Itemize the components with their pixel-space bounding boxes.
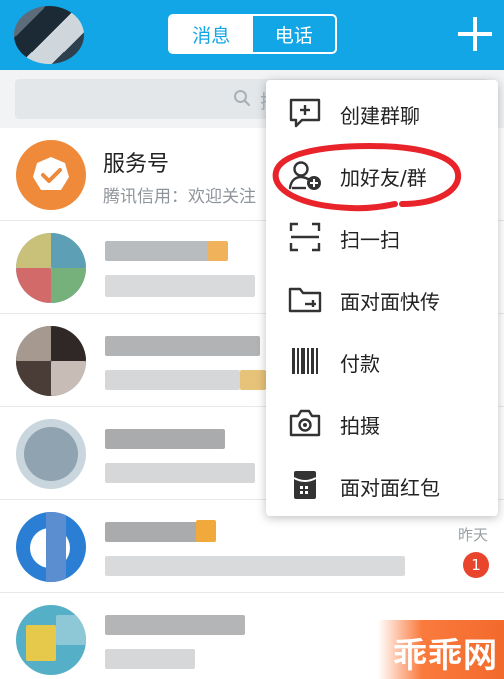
avatar <box>16 512 86 582</box>
red-annotation-circle <box>272 142 462 212</box>
timestamp: 昨天 <box>457 526 488 544</box>
menu-label: 面对面红包 <box>340 476 440 500</box>
avatar <box>16 419 86 489</box>
message-call-switcher: 消息 电话 <box>168 14 337 54</box>
service-account-avatar <box>16 140 86 210</box>
badge-check-icon <box>33 157 69 190</box>
watermark-logo: 乖乖网 <box>378 620 504 679</box>
scan-icon <box>289 222 321 252</box>
menu-label: 创建群聊 <box>340 104 420 128</box>
barcode-icon <box>292 348 318 374</box>
plus-icon[interactable] <box>458 17 492 51</box>
avatar <box>16 605 86 675</box>
avatar <box>16 326 86 396</box>
create-group-chat-icon <box>289 98 321 128</box>
camera-icon <box>289 409 321 437</box>
service-account-preview: 腾讯信用：欢迎关注 <box>103 187 256 207</box>
unread-badge: 1 <box>463 552 489 578</box>
menu-item-scan[interactable]: 扫一扫 <box>266 206 498 268</box>
menu-label: 面对面快传 <box>340 290 440 314</box>
user-avatar[interactable] <box>14 6 84 64</box>
tab-messages[interactable]: 消息 <box>170 16 253 52</box>
menu-item-capture[interactable]: 拍摄 <box>266 392 498 454</box>
service-account-title: 服务号 <box>103 152 170 177</box>
menu-item-face-to-face-transfer[interactable]: 面对面快传 <box>266 268 498 330</box>
watermark-text: 乖乖网 <box>393 636 498 676</box>
menu-label: 拍摄 <box>340 414 380 438</box>
menu-item-face-to-face-red-packet[interactable]: 面对面红包 <box>266 454 498 516</box>
folder-transfer-icon <box>288 287 322 313</box>
search-icon <box>234 90 251 107</box>
red-packet-icon <box>293 471 317 499</box>
tab-calls[interactable]: 电话 <box>253 16 336 52</box>
avatar <box>16 233 86 303</box>
menu-label: 付款 <box>340 352 380 376</box>
menu-label: 扫一扫 <box>340 228 400 252</box>
menu-item-pay[interactable]: 付款 <box>266 330 498 392</box>
menu-item-create-group-chat[interactable]: 创建群聊 <box>266 82 498 144</box>
top-bar: 消息 电话 <box>0 0 504 70</box>
